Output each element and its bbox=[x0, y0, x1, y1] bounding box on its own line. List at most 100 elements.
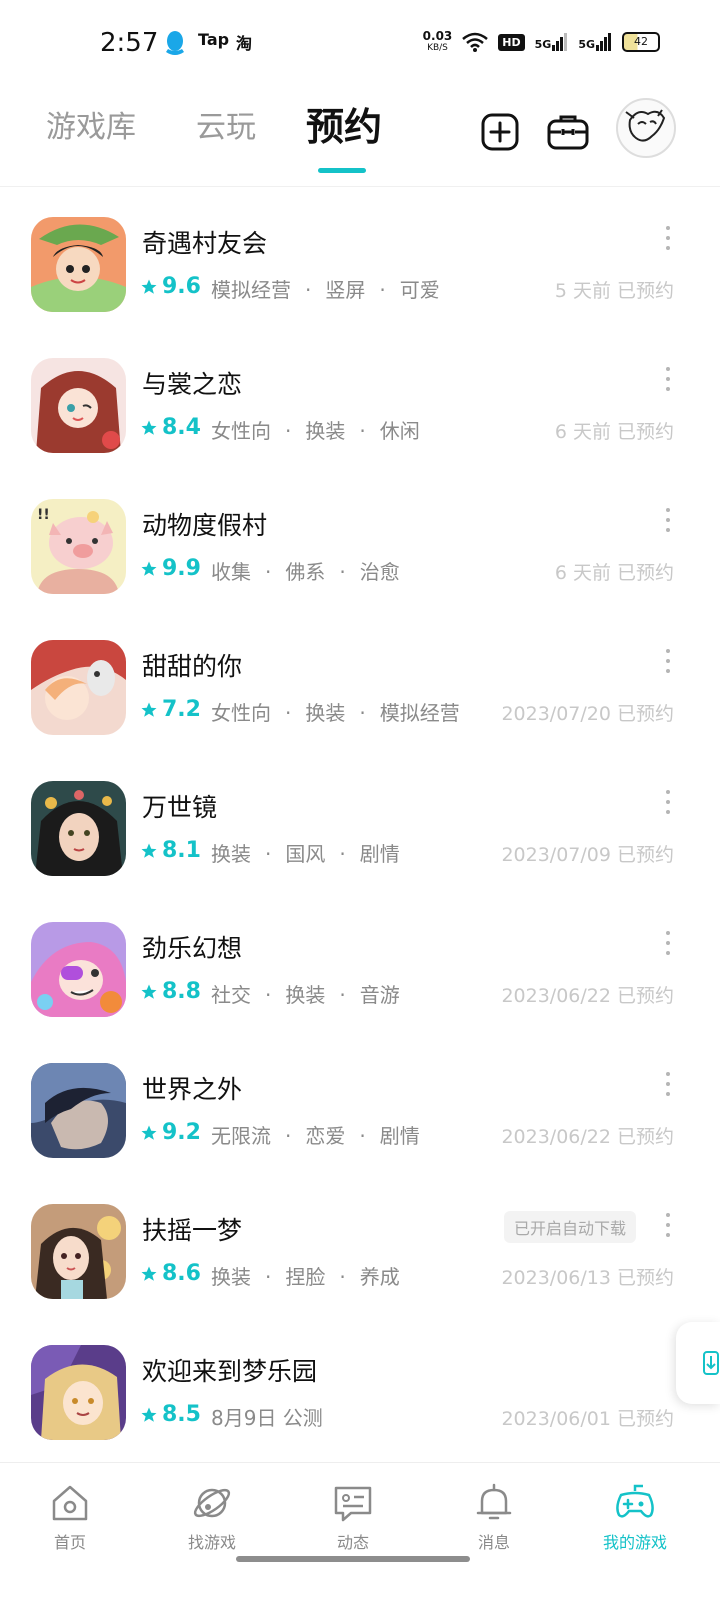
star-icon bbox=[141, 1266, 157, 1281]
reserved-time: 5 天前 已预约 bbox=[554, 280, 674, 302]
home-icon bbox=[52, 1485, 88, 1521]
star-icon bbox=[141, 1125, 157, 1140]
game-title: 劲乐幻想 bbox=[142, 934, 243, 963]
rating: 8.1 bbox=[140, 838, 201, 863]
qq-notification-icon bbox=[166, 31, 184, 55]
star-icon bbox=[141, 984, 157, 999]
game-icon[interactable] bbox=[31, 1204, 126, 1299]
top-tab-bar: 游戏库 云玩 预约 bbox=[0, 90, 720, 187]
star-icon bbox=[141, 1407, 157, 1422]
game-title: 万世镜 bbox=[142, 793, 218, 822]
tap-notification-icon: Tap bbox=[198, 30, 230, 49]
star-icon bbox=[141, 279, 157, 294]
bottom-nav: 首页 找游戏 动态 消息 我的游戏 bbox=[0, 1462, 720, 1601]
more-options-icon[interactable] bbox=[664, 367, 672, 391]
game-icon[interactable] bbox=[31, 781, 126, 876]
game-icon[interactable] bbox=[31, 1063, 126, 1158]
more-options-icon[interactable] bbox=[664, 790, 672, 814]
nav-my-games[interactable]: 我的游戏 bbox=[580, 1481, 690, 1553]
tab-reservations[interactable]: 预约 bbox=[306, 96, 382, 151]
signal-icon-1: 5G bbox=[535, 33, 569, 51]
list-item[interactable]: 与裳之恋 8.4 女性向 · 换装 · 休闲 6 天前 已预约 bbox=[0, 331, 720, 472]
add-icon[interactable] bbox=[478, 110, 522, 154]
game-tags: 女性向 · 换装 · 模拟经营 bbox=[211, 701, 460, 725]
list-item[interactable]: 劲乐幻想 8.8 社交 · 换装 · 音游 2023/06/22 已预约 bbox=[0, 895, 720, 1036]
user-avatar[interactable] bbox=[616, 98, 676, 158]
more-options-icon[interactable] bbox=[664, 1213, 672, 1237]
rating: 9.6 bbox=[140, 274, 201, 299]
list-item[interactable]: 扶摇一梦 已开启自动下载 8.6 换装 · 捏脸 · 养成 2023/06/13 已预约 bbox=[0, 1177, 720, 1318]
star-icon bbox=[141, 843, 157, 858]
status-bar: 2:57 Tap 淘 0.03 KB/S HD 5G 5G 42 bbox=[0, 0, 720, 90]
game-tags: 社交 · 换装 · 音游 bbox=[211, 983, 400, 1007]
list-item[interactable]: !! 动物度假村 9.9 收集 · 佛系 · 治愈 6 天前 已预约 bbox=[0, 472, 720, 613]
toolbox-icon[interactable] bbox=[546, 110, 590, 154]
game-title: 与裳之恋 bbox=[142, 370, 243, 399]
rating: 8.4 bbox=[140, 415, 201, 440]
game-icon[interactable] bbox=[31, 217, 126, 312]
more-options-icon[interactable] bbox=[664, 1072, 672, 1096]
nav-feed[interactable]: 动态 bbox=[298, 1481, 408, 1553]
game-tags: 收集 · 佛系 · 治愈 bbox=[211, 560, 400, 584]
reserved-time: 2023/06/22 已预约 bbox=[501, 985, 674, 1007]
list-item[interactable]: 万世镜 8.1 换装 · 国风 · 剧情 2023/07/09 已预约 bbox=[0, 754, 720, 895]
rating: 8.5 bbox=[140, 1402, 201, 1427]
reserved-time: 2023/07/09 已预约 bbox=[501, 844, 674, 866]
reserved-time: 6 天前 已预约 bbox=[554, 421, 674, 443]
bell-icon bbox=[476, 1483, 512, 1520]
taobao-notification-icon: 淘 bbox=[236, 34, 253, 53]
nav-messages[interactable]: 消息 bbox=[439, 1481, 549, 1553]
status-indicators: 0.03 KB/S HD 5G 5G 42 bbox=[423, 30, 660, 54]
game-tags: 无限流 · 恋爱 · 剧情 bbox=[211, 1124, 420, 1148]
tab-game-library[interactable]: 游戏库 bbox=[46, 102, 136, 146]
star-icon bbox=[141, 420, 157, 435]
more-options-icon[interactable] bbox=[664, 226, 672, 250]
reserved-time: 2023/07/20 已预约 bbox=[501, 703, 674, 725]
game-tags: 换装 · 捏脸 · 养成 bbox=[211, 1265, 400, 1289]
reserved-time: 2023/06/22 已预约 bbox=[501, 1126, 674, 1148]
game-title: 甜甜的你 bbox=[142, 652, 243, 681]
auto-download-badge: 已开启自动下载 bbox=[503, 1211, 636, 1243]
game-icon[interactable] bbox=[31, 922, 126, 1017]
tab-cloud-play[interactable]: 云玩 bbox=[196, 102, 256, 146]
game-title: 动物度假村 bbox=[142, 511, 268, 540]
nav-home[interactable]: 首页 bbox=[15, 1481, 125, 1553]
game-icon[interactable] bbox=[31, 1345, 126, 1440]
game-title: 欢迎来到梦乐园 bbox=[142, 1357, 318, 1386]
active-tab-indicator bbox=[318, 168, 366, 173]
floating-download-button[interactable] bbox=[676, 1322, 720, 1404]
star-icon bbox=[141, 702, 157, 717]
chat-icon bbox=[334, 1486, 372, 1522]
game-tags: 8月9日 公测 bbox=[211, 1406, 323, 1430]
reserved-time: 2023/06/01 已预约 bbox=[501, 1408, 674, 1430]
list-item[interactable]: 甜甜的你 7.2 女性向 · 换装 · 模拟经营 2023/07/20 已预约 bbox=[0, 613, 720, 754]
wifi-icon bbox=[462, 32, 489, 52]
star-icon bbox=[141, 561, 157, 576]
game-tags: 换装 · 国风 · 剧情 bbox=[211, 842, 400, 866]
reserved-time: 6 天前 已预约 bbox=[554, 562, 674, 584]
game-title: 扶摇一梦 bbox=[142, 1216, 243, 1245]
svg-text:!!: !! bbox=[37, 507, 50, 523]
status-time: 2:57 bbox=[100, 28, 159, 58]
list-item[interactable]: 欢迎来到梦乐园 8.5 8月9日 公测 2023/06/01 已预约 bbox=[0, 1318, 720, 1459]
nav-find-games[interactable]: 找游戏 bbox=[157, 1481, 267, 1553]
game-title: 世界之外 bbox=[142, 1075, 243, 1104]
game-icon[interactable]: !! bbox=[31, 499, 126, 594]
avatar-sketch-icon bbox=[625, 109, 666, 142]
net-speed: 0.03 KB/S bbox=[422, 29, 453, 53]
battery-icon: 42 bbox=[622, 32, 660, 52]
more-options-icon[interactable] bbox=[664, 508, 672, 532]
more-options-icon[interactable] bbox=[664, 649, 672, 673]
rating: 9.9 bbox=[140, 556, 201, 581]
game-tags: 女性向 · 换装 · 休闲 bbox=[211, 419, 420, 443]
more-options-icon[interactable] bbox=[664, 931, 672, 955]
list-item[interactable]: 世界之外 9.2 无限流 · 恋爱 · 剧情 2023/06/22 已预约 bbox=[0, 1036, 720, 1177]
game-icon[interactable] bbox=[31, 358, 126, 453]
home-indicator[interactable] bbox=[236, 1556, 470, 1562]
download-icon bbox=[703, 1351, 719, 1375]
rating: 8.8 bbox=[140, 979, 201, 1004]
game-icon[interactable] bbox=[31, 640, 126, 735]
rating: 8.6 bbox=[140, 1261, 201, 1286]
gamepad-icon bbox=[616, 1484, 654, 1518]
list-item[interactable]: 奇遇村友会 9.6 模拟经营 · 竖屏 · 可爱 5 天前 已预约 bbox=[0, 190, 720, 331]
